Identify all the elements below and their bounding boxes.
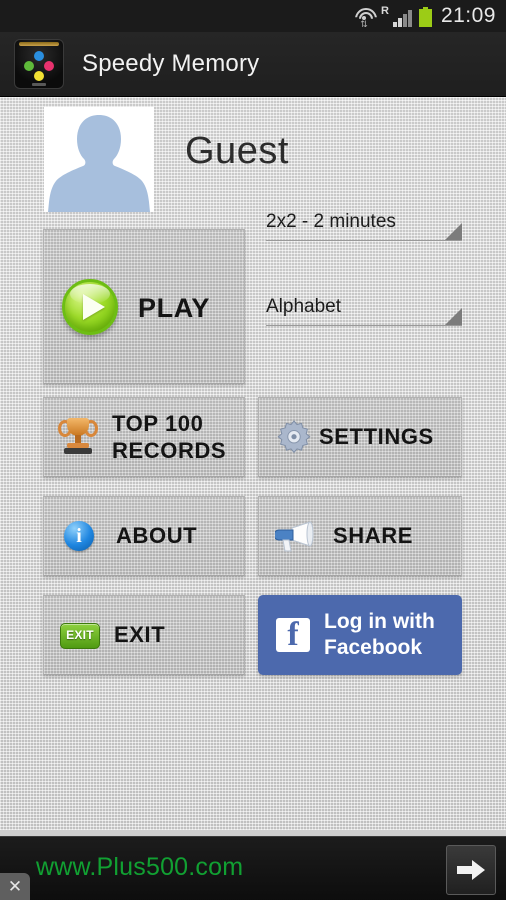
play-label: PLAY [138,292,210,323]
ad-text: www.Plus500.com [36,853,244,881]
game-mode-value: 2x2 - 2 minutes [266,211,396,232]
main-content: Guest PLAY 2x2 - 2 minutes Alphabet TOP … [0,97,506,830]
card-deck-value: Alphabet [266,296,342,317]
exit-label: EXIT [114,622,166,647]
close-icon: ✕ [7,877,23,896]
ad-banner[interactable]: www.Plus500.com ✕ [0,836,506,900]
status-bar: ⇅ R 21:09 [0,0,506,32]
facebook-line-2: Facebook [324,636,423,659]
megaphone-icon [275,519,319,553]
facebook-line-1: Log in with [324,610,435,633]
avatar[interactable] [44,107,154,212]
battery-icon [418,7,432,27]
status-clock: 21:09 [440,4,496,27]
ad-close-button[interactable]: ✕ [0,873,30,900]
settings-button[interactable]: SETTINGS [258,397,462,477]
default-avatar-icon [48,115,150,212]
exit-badge-text: EXIT [66,628,94,642]
facebook-login-label: Log in with Facebook [324,609,435,661]
speedy-memory-app-icon [14,39,64,89]
wifi-icon: ⇅ [354,7,377,29]
spinner-underline [266,240,462,241]
about-button[interactable]: i ABOUT [43,496,245,576]
username: Guest [185,130,289,172]
gear-icon [275,418,313,456]
facebook-login-button[interactable]: f Log in with Facebook [258,595,462,675]
exit-badge-icon: EXIT [60,623,100,649]
about-label: ABOUT [116,523,198,548]
exit-button[interactable]: EXIT EXIT [43,595,245,675]
app-title: Speedy Memory [82,50,260,77]
arrow-right-icon [457,860,485,880]
share-label: SHARE [333,523,414,548]
facebook-f-icon: f [276,616,310,653]
info-icon: i [64,521,94,551]
spinner-triangle-icon [445,308,462,325]
app-screen: ⇅ R 21:09 Speedy Memory Guest PLAY 2x2 -… [0,0,506,900]
records-line-2: RECORDS [112,438,227,463]
play-circle-icon [62,278,118,335]
action-bar: Speedy Memory [0,32,506,97]
game-mode-spinner[interactable]: 2x2 - 2 minutes [266,211,462,241]
top-100-records-button[interactable]: TOP 100 RECORDS [43,397,245,477]
card-deck-spinner[interactable]: Alphabet [266,296,462,326]
spinner-underline [266,325,462,326]
settings-label: SETTINGS [319,424,434,449]
status-icons: ⇅ R [354,5,432,29]
records-line-1: TOP 100 [112,411,204,436]
top-100-records-label: TOP 100 RECORDS [112,410,226,464]
spinner-triangle-icon [445,223,462,240]
ad-arrow-button[interactable] [446,845,496,895]
play-button[interactable]: PLAY [43,229,245,384]
facebook-glyph: f [287,616,299,653]
roaming-indicator: R [380,5,389,17]
share-button[interactable]: SHARE [258,496,462,576]
signal-icon [392,10,412,27]
trophy-icon [58,418,98,456]
